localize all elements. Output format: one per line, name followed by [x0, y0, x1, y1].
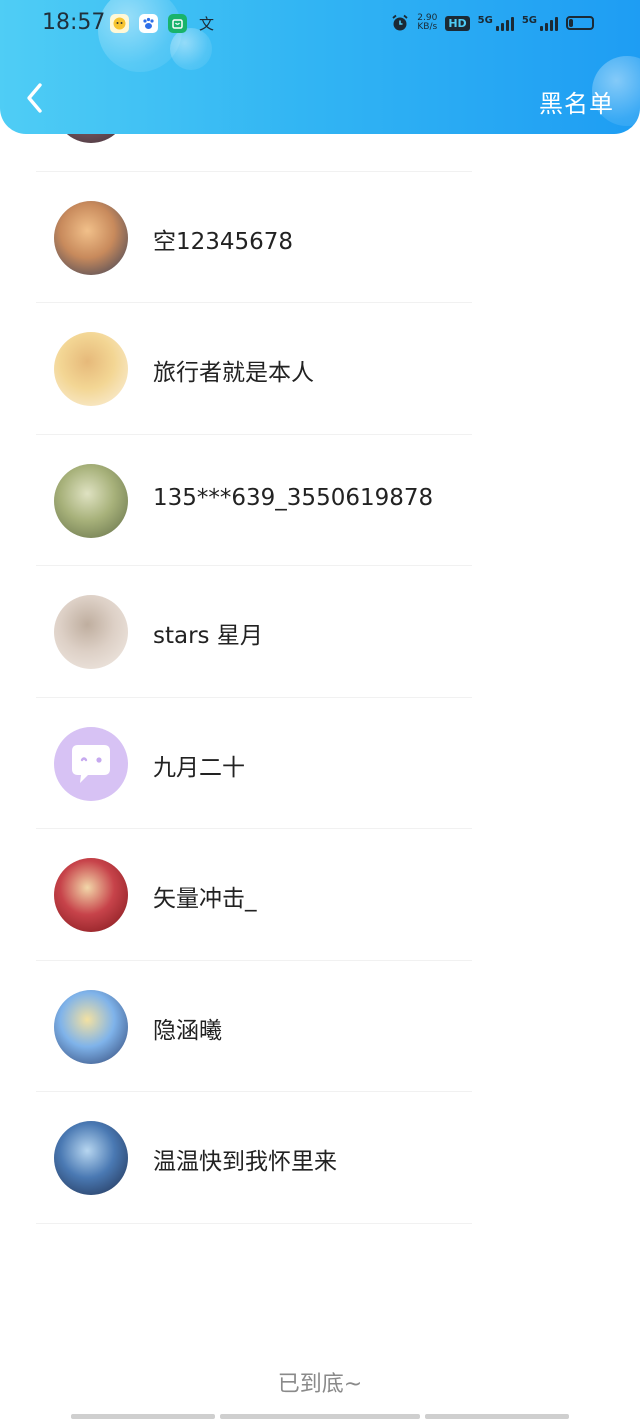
blacklist-item-name: 135***639_3550619878 [153, 484, 434, 511]
blacklist: 可以关注我吗空12345678旅行者就是本人135***639_35506198… [0, 40, 640, 1224]
baidu-paw-icon [139, 14, 158, 33]
blacklist-item-name: stars 星月 [153, 623, 263, 649]
page-title: 黑名单 [539, 90, 614, 118]
signal-strength-2: 5G [522, 15, 558, 31]
blacklist-item[interactable]: 旅行者就是本人 [0, 303, 640, 435]
white-hair-girl-avatar[interactable] [54, 595, 128, 669]
alarm-icon [392, 14, 408, 31]
blacklist-item[interactable]: 135***639_3550619878 [0, 435, 640, 566]
chevron-left-icon [27, 83, 42, 113]
signal-label: 5G [521, 15, 537, 26]
blacklist-item-name: 旅行者就是本人 [153, 360, 314, 386]
sunset-scene-avatar[interactable] [54, 200, 128, 275]
blacklist-item-name: 温温快到我怀里来 [153, 1149, 337, 1175]
forest-character-avatar[interactable] [54, 463, 128, 538]
blacklist-item[interactable]: 隐涵曦 [0, 961, 640, 1092]
speed-unit: KB/s [417, 22, 438, 32]
status-time: 18:57 [42, 10, 106, 35]
signal-label: 5G [477, 15, 493, 26]
status-indicators: 2.90 KB/s HD 5G 5G [391, 14, 594, 32]
bottom-indicator [0, 1414, 640, 1420]
blacklist-item[interactable]: stars 星月 [0, 566, 640, 698]
blacklist-item[interactable]: 空12345678 [0, 172, 640, 303]
blonde-anime-avatar[interactable] [54, 332, 128, 406]
red-anime-avatar[interactable] [54, 858, 128, 932]
blacklist-item[interactable]: 温温快到我怀里来 [0, 1092, 640, 1224]
blacklist-item[interactable]: 矢量冲击_ [0, 829, 640, 961]
hd-voice-badge: HD [445, 15, 470, 31]
header-bar: 18:57 文 2.90 KB/s HD 5G 5G 黑名单 [0, 0, 640, 134]
blacklist-item-name: 九月二十 [153, 754, 245, 781]
blacklist-item[interactable]: 九月二十 [0, 698, 640, 829]
chat-bubble-icon [72, 744, 110, 783]
blonde-blue-anime-avatar[interactable] [54, 989, 128, 1064]
end-of-list-text: 已到底~ [277, 1372, 363, 1397]
status-bar: 18:57 文 2.90 KB/s HD 5G 5G [0, 0, 640, 52]
green-bag-icon [168, 14, 187, 33]
network-speed: 2.90 KB/s [417, 14, 437, 32]
back-button[interactable] [20, 78, 56, 118]
translate-icon: 文 [198, 15, 214, 33]
notification-icons: 文 [110, 14, 216, 33]
blacklist-item-name: 矢量冲击_ [153, 886, 257, 912]
blacklist-item-name: 隐涵曦 [153, 1017, 222, 1044]
blacklist-item-name: 空12345678 [153, 228, 294, 255]
default-chat-bubble-avatar[interactable] [54, 726, 128, 801]
headphones-girl-avatar[interactable] [54, 1121, 128, 1195]
chat-app-icon [110, 14, 129, 33]
battery-icon [566, 16, 594, 30]
signal-strength-1: 5G [478, 15, 514, 31]
divider [36, 1222, 472, 1224]
